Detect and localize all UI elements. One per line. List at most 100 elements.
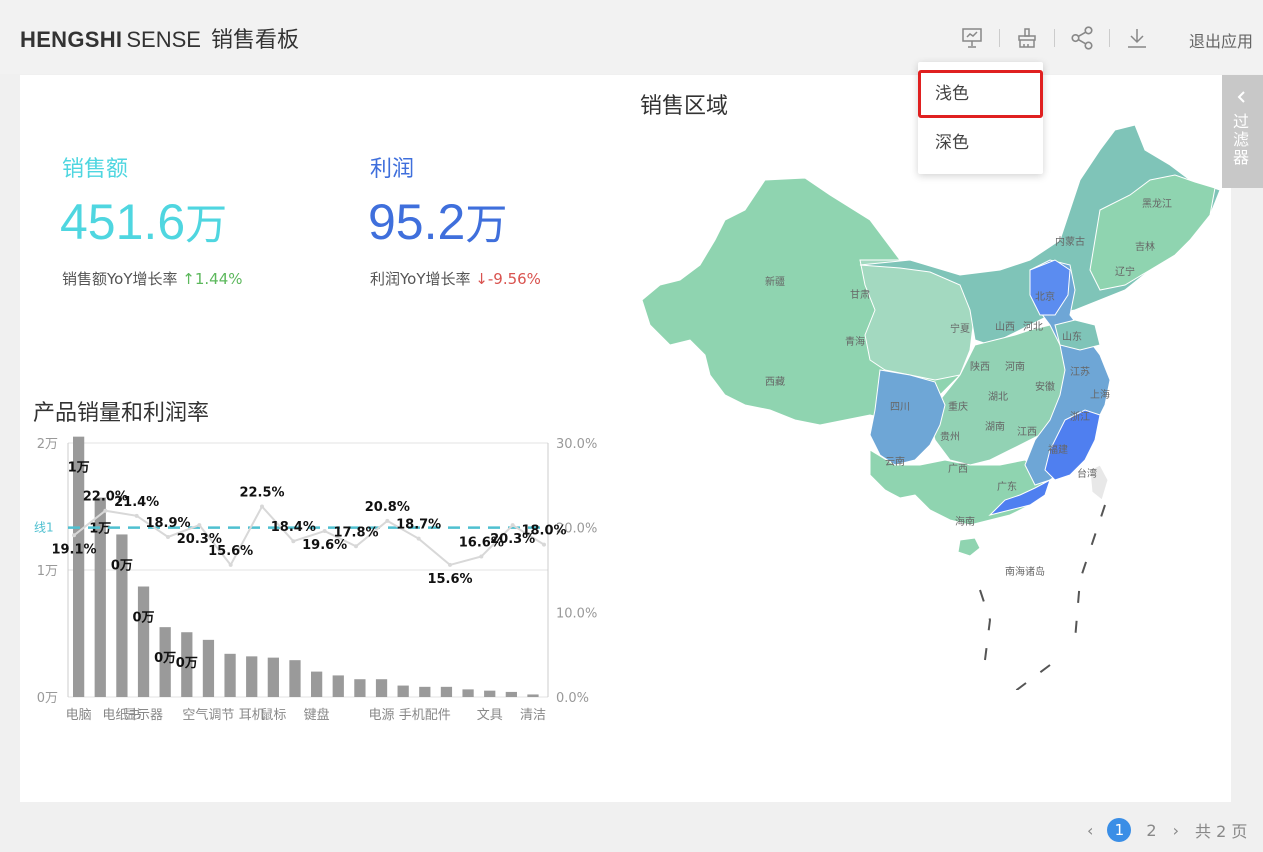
bar bbox=[332, 675, 344, 697]
map-label-anhui: 安徽 bbox=[1035, 380, 1055, 393]
kpi-sales-value: 451.6万 bbox=[60, 191, 227, 252]
map-label-beijing: 北京 bbox=[1035, 290, 1055, 303]
share-icon[interactable] bbox=[1068, 24, 1096, 52]
map-label-henan: 河南 bbox=[1005, 360, 1025, 373]
map-label-heilongjiang: 黑龙江 bbox=[1142, 197, 1172, 210]
x-axis-label: 手机配件 bbox=[399, 708, 451, 723]
y-right-tick-label: 30.0% bbox=[556, 437, 597, 452]
kpi-sales-number: 451.6 bbox=[60, 194, 186, 250]
exit-app-button[interactable]: 退出应用 bbox=[1189, 28, 1253, 52]
map-label-hunan: 湖南 bbox=[985, 420, 1005, 433]
y-left-tick-label: 2万 bbox=[37, 437, 58, 452]
china-sales-map[interactable]: 新疆 西藏 青海 甘肃 宁夏 陕西 四川 云南 贵州 重庆 广西 广东 海南 湖… bbox=[630, 120, 1230, 690]
map-label-nanhai: 南海诸岛 bbox=[1005, 565, 1045, 578]
bar-value-label: 0万 bbox=[154, 651, 176, 666]
kpi-sales-growth-value: 1.44% bbox=[194, 270, 243, 288]
map-label-neimenggu: 内蒙古 bbox=[1055, 235, 1085, 248]
bar-value-label: 1万 bbox=[68, 461, 90, 476]
kpi-sales-growth: 销售额YoY增长率 ↑1.44% bbox=[62, 268, 243, 289]
profit-rate-point bbox=[542, 542, 546, 547]
bar bbox=[505, 691, 517, 697]
map-region-sichuan[interactable] bbox=[869, 369, 946, 466]
bar bbox=[311, 671, 323, 697]
filter-panel-toggle[interactable]: 过滤器 bbox=[1222, 75, 1263, 188]
download-icon[interactable] bbox=[1123, 24, 1151, 52]
map-label-taiwan: 台湾 bbox=[1077, 467, 1097, 480]
profit-rate-label: 18.4% bbox=[271, 520, 316, 535]
kpi-sales-label: 销售额 bbox=[62, 157, 129, 182]
bar bbox=[484, 690, 496, 697]
kpi-profit-number: 95.2 bbox=[368, 194, 466, 250]
y-left-tick-label: 1万 bbox=[37, 564, 58, 579]
theme-brush-icon[interactable] bbox=[1013, 24, 1041, 52]
bar bbox=[440, 686, 453, 697]
combo-chart[interactable]: 2万1万0万30.0%20.0%10.0%0.0%1万1万0万0万0万 0万线11… bbox=[20, 430, 610, 730]
profit-rate-point bbox=[166, 534, 170, 539]
profit-rate-label: 18.7% bbox=[396, 518, 441, 533]
map-label-zhejiang: 浙江 bbox=[1070, 411, 1090, 423]
next-page-icon[interactable]: › bbox=[1173, 821, 1179, 840]
y-right-tick-label: 0.0% bbox=[556, 691, 589, 706]
arrow-down-icon: ↓ bbox=[475, 270, 488, 288]
pagination: ‹ 1 2 › 共 2 页 bbox=[1087, 815, 1247, 845]
page-2-button[interactable]: 2 bbox=[1146, 821, 1156, 840]
profit-rate-point bbox=[291, 539, 296, 544]
map-label-fujian: 福建 bbox=[1048, 443, 1068, 456]
bar bbox=[289, 660, 301, 697]
map-label-liaoning: 辽宁 bbox=[1115, 265, 1135, 278]
map-label-gansu: 甘肃 bbox=[850, 288, 870, 301]
profit-rate-point bbox=[322, 529, 327, 534]
map-label-jilin: 吉林 bbox=[1135, 240, 1155, 253]
profit-rate-label: 19.1% bbox=[51, 542, 96, 557]
bar bbox=[462, 689, 474, 697]
page-1-button[interactable]: 1 bbox=[1107, 818, 1132, 842]
profit-rate-point bbox=[103, 508, 108, 513]
profit-rate-label: 20.8% bbox=[365, 500, 410, 515]
profit-rate-label: 19.6% bbox=[302, 538, 347, 553]
map-label-guizhou: 贵州 bbox=[940, 430, 960, 443]
page-title: 销售看板 bbox=[210, 28, 299, 53]
x-axis-label: 鼠标 bbox=[260, 708, 286, 723]
map-region-hainan[interactable] bbox=[957, 537, 981, 557]
filter-tab-label: 过滤器 bbox=[1233, 112, 1250, 167]
map-label-sichuan: 四川 bbox=[890, 402, 910, 413]
theme-option-dark[interactable]: 深色 bbox=[918, 119, 1043, 167]
bar bbox=[267, 657, 279, 697]
map-label-shaanxi: 陕西 bbox=[970, 360, 990, 373]
kpi-sales-unit: 万 bbox=[185, 200, 228, 249]
arrow-up-icon: ↑ bbox=[182, 270, 195, 288]
kpi-profit-growth-label: 利润YoY增长率 bbox=[370, 270, 471, 288]
y-right-tick-label: 10.0% bbox=[556, 606, 597, 621]
profit-rate-point bbox=[448, 562, 452, 567]
prev-page-icon[interactable]: ‹ bbox=[1087, 821, 1093, 840]
bar bbox=[527, 694, 539, 697]
kpi-profit-growth-value: -9.56% bbox=[487, 270, 541, 288]
toolbar-divider bbox=[1109, 29, 1110, 47]
map-label-jiangsu: 江苏 bbox=[1070, 365, 1090, 378]
bar bbox=[73, 436, 85, 697]
presentation-icon[interactable] bbox=[958, 24, 986, 52]
toolbar-divider bbox=[1054, 29, 1055, 47]
map-title: 销售区域 bbox=[640, 94, 729, 119]
bar-value-label: 0万 bbox=[133, 611, 155, 626]
kpi-profit-label: 利润 bbox=[370, 157, 415, 182]
map-label-shanxi: 山西 bbox=[995, 321, 1015, 333]
bar bbox=[354, 679, 366, 697]
top-bar: HENGSHI SENSE 销售看板 退出应用 bbox=[0, 0, 1263, 74]
profit-rate-point bbox=[197, 523, 202, 528]
map-label-xizang: 西藏 bbox=[765, 376, 785, 388]
map-label-hubei: 湖北 bbox=[988, 391, 1008, 403]
theme-option-light[interactable]: 浅色 bbox=[918, 70, 1043, 118]
x-axis-label: 空气调节 bbox=[182, 707, 234, 723]
profit-rate-label: 15.6% bbox=[208, 544, 253, 559]
south-sea-boundary bbox=[979, 504, 1106, 690]
profit-rate-point bbox=[228, 562, 233, 567]
map-label-chongqing: 重庆 bbox=[948, 400, 968, 413]
bar bbox=[137, 586, 150, 697]
bar-value-label: 0万 bbox=[111, 558, 133, 573]
map-label-hebei: 河北 bbox=[1023, 321, 1043, 333]
map-label-guangdong: 广东 bbox=[997, 480, 1017, 493]
x-axis-label: 电脑 bbox=[66, 708, 92, 723]
profit-rate-label: 18.9% bbox=[145, 516, 190, 531]
profit-rate-point bbox=[260, 504, 264, 509]
